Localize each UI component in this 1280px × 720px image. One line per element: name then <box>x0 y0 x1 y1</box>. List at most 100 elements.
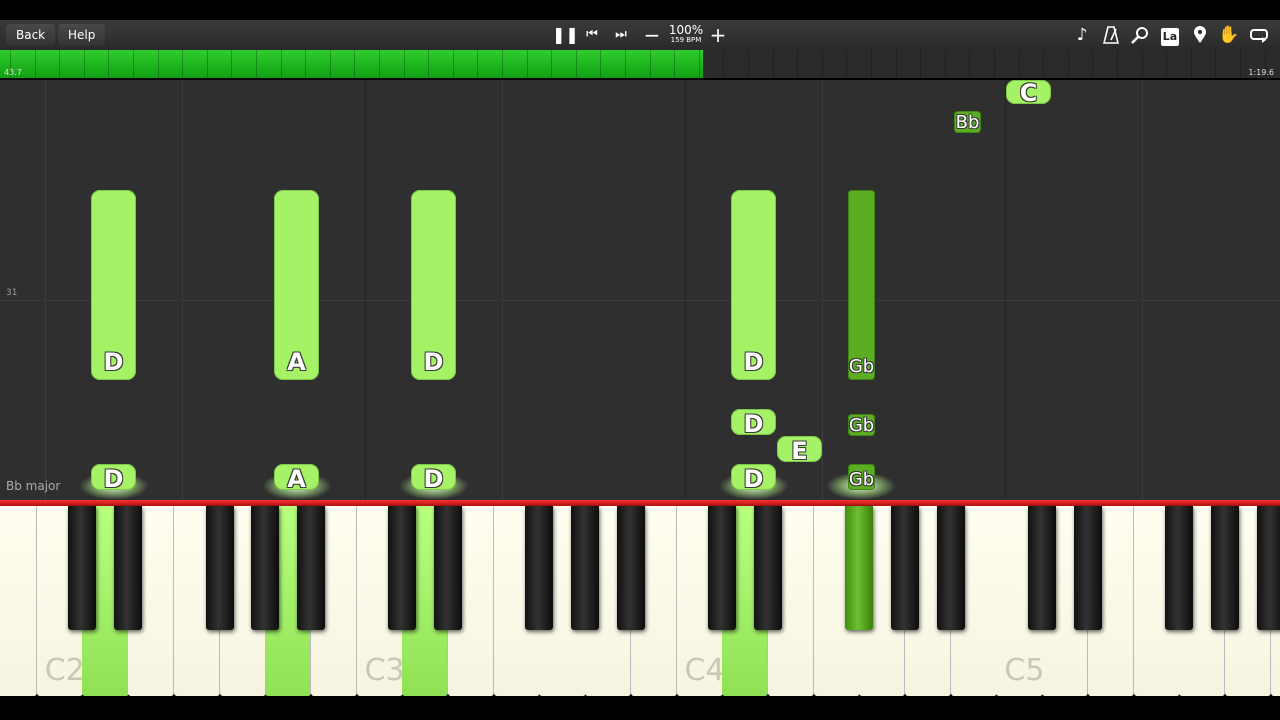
note-d: D <box>731 409 776 438</box>
measure-line <box>365 80 366 500</box>
help-button[interactable]: Help <box>58 24 106 46</box>
song-progress-bar[interactable]: 43.7 1:19.6 <box>0 50 1280 78</box>
progress-tick <box>452 50 454 78</box>
note-a: A <box>274 190 319 380</box>
black-key[interactable] <box>936 506 965 630</box>
progress-tick <box>871 50 872 78</box>
progress-tick <box>34 50 36 78</box>
plus-icon[interactable]: + <box>708 20 728 50</box>
progress-tick <box>1117 50 1118 78</box>
black-key[interactable] <box>1028 506 1057 630</box>
piano-keyboard[interactable]: C2 C3 C4 C5 <box>0 506 1280 698</box>
skip-back-icon[interactable]: ⏮ <box>582 20 602 50</box>
progress-tick <box>698 50 700 78</box>
progress-tick <box>59 50 61 78</box>
progress-tick <box>649 50 651 78</box>
note-roll: 31 Bb major D A D D Gb D E Gb D A D D Gb… <box>0 80 1280 500</box>
toolbar: Back Help ❚❚ ⏮ ⏭ − 100% 159 BPM + ♪ La ✋ <box>0 20 1280 50</box>
black-key[interactable] <box>114 506 143 630</box>
progress-tick <box>1166 50 1168 78</box>
beat-line <box>182 80 183 500</box>
label-icon[interactable]: La <box>1158 20 1182 50</box>
progress-end-time: 1:19.6 <box>1248 68 1274 77</box>
note-label: A <box>287 348 306 376</box>
progress-tick <box>379 50 380 78</box>
beat-line <box>502 80 503 500</box>
note-label: Gb <box>848 415 875 436</box>
progress-tick <box>256 50 257 78</box>
black-key[interactable] <box>1256 506 1280 630</box>
black-key[interactable] <box>251 506 280 630</box>
progress-tick <box>575 50 577 78</box>
octave-label: C4 <box>684 653 725 688</box>
black-key[interactable] <box>616 506 645 630</box>
measure-line <box>685 80 686 500</box>
tempo-display: 100% 159 BPM <box>664 24 708 45</box>
progress-tick <box>772 50 774 78</box>
black-key[interactable] <box>708 506 737 630</box>
black-key[interactable] <box>525 506 554 630</box>
black-key[interactable] <box>753 506 782 630</box>
note-gb: Gb <box>848 414 875 436</box>
black-key[interactable] <box>1073 506 1102 630</box>
progress-tick <box>748 50 749 78</box>
black-key[interactable] <box>388 506 417 630</box>
progress-tick <box>551 50 553 78</box>
black-key[interactable] <box>891 506 919 630</box>
note-label: Gb <box>848 469 875 490</box>
note-d: D <box>411 190 456 380</box>
note-c: C <box>1006 80 1051 107</box>
black-key[interactable] <box>205 506 234 630</box>
measure-separator <box>0 300 1280 301</box>
metronome-icon[interactable] <box>1099 20 1123 50</box>
note-d: D <box>731 190 776 380</box>
black-key[interactable] <box>434 506 462 630</box>
progress-tick <box>969 50 971 78</box>
black-key[interactable] <box>845 506 874 630</box>
progress-tick <box>920 50 922 78</box>
progress-tick <box>231 50 233 78</box>
skip-forward-icon[interactable]: ⏭ <box>611 20 631 50</box>
search-icon[interactable] <box>1128 20 1152 50</box>
progress-tick <box>994 50 995 78</box>
black-key[interactable] <box>68 506 97 630</box>
black-key[interactable] <box>571 506 600 630</box>
beat-line <box>822 80 823 500</box>
hand-icon[interactable]: ✋ <box>1217 20 1241 50</box>
measure-number: 31 <box>6 288 18 298</box>
progress-tick <box>428 50 430 78</box>
progress-tick <box>821 50 823 78</box>
location-pin-icon[interactable] <box>1188 20 1212 50</box>
progress-tick <box>625 50 626 78</box>
progress-tick <box>526 50 528 78</box>
progress-tick <box>1043 50 1045 78</box>
loop-icon[interactable] <box>1247 20 1271 50</box>
note-d: D <box>91 190 136 380</box>
back-button[interactable]: Back <box>6 24 56 46</box>
note-label: D <box>743 410 764 438</box>
progress-tick <box>206 50 208 78</box>
note-label: D <box>103 348 124 376</box>
beat-line <box>45 80 46 500</box>
progress-tick <box>329 50 331 78</box>
progress-tick <box>797 50 799 78</box>
progress-tick <box>1190 50 1192 78</box>
beat-line <box>1142 80 1143 500</box>
progress-tick <box>1141 50 1143 78</box>
progress-tick <box>477 50 479 78</box>
progress-tick <box>895 50 897 78</box>
progress-tick <box>403 50 405 78</box>
progress-tick <box>108 50 110 78</box>
note-label: D <box>743 465 764 493</box>
minus-icon[interactable]: − <box>642 20 662 50</box>
pause-icon[interactable]: ❚❚ <box>552 20 579 50</box>
black-key[interactable] <box>1210 506 1239 630</box>
progress-tick <box>182 50 184 78</box>
note-gb-playing: Gb <box>848 464 875 490</box>
progress-tick <box>280 50 282 78</box>
progress-tick <box>354 50 356 78</box>
note-icon[interactable]: ♪ <box>1070 20 1094 50</box>
black-key[interactable] <box>1165 506 1194 630</box>
black-key[interactable] <box>296 506 325 630</box>
white-key-b[interactable] <box>0 506 38 696</box>
